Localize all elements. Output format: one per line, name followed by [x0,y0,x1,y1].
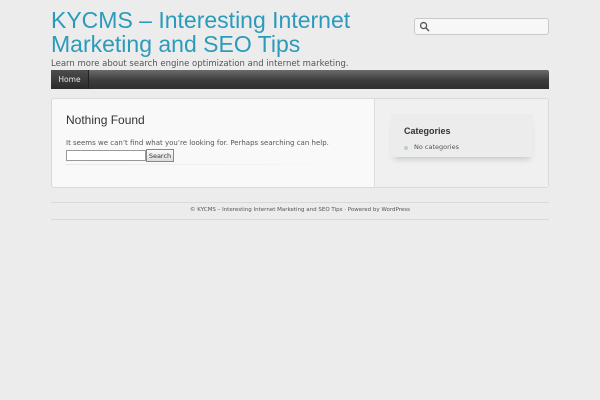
main-navigation: Home [51,70,549,89]
magnifier-icon [419,21,430,32]
sidebar-divider [374,99,375,187]
nav-item-home[interactable]: Home [51,70,89,89]
widget-title: Categories [404,126,451,136]
search-button[interactable]: Search [146,149,174,162]
site-tagline: Learn more about search engine optimizat… [51,59,349,69]
site-title[interactable]: KYCMS – Interesting Internet Marketing a… [51,8,391,56]
bullet-icon [404,146,408,150]
header-search-input[interactable] [433,20,545,33]
page-title: Nothing Found [66,113,145,127]
footer-credits: © KYCMS – Interesting Internet Marketing… [190,207,410,213]
category-item: No categories [414,143,459,151]
categories-widget: Categories No categories [391,114,533,157]
footer-divider-bottom [51,219,549,220]
footer-divider-top [51,202,549,203]
content-search-input[interactable] [66,150,146,161]
content-divider [66,164,356,165]
not-found-message: It seems we can’t find what you’re looki… [66,139,329,147]
header-search-box[interactable] [414,18,549,35]
content-area: Nothing Found It seems we can’t find wha… [51,98,549,188]
